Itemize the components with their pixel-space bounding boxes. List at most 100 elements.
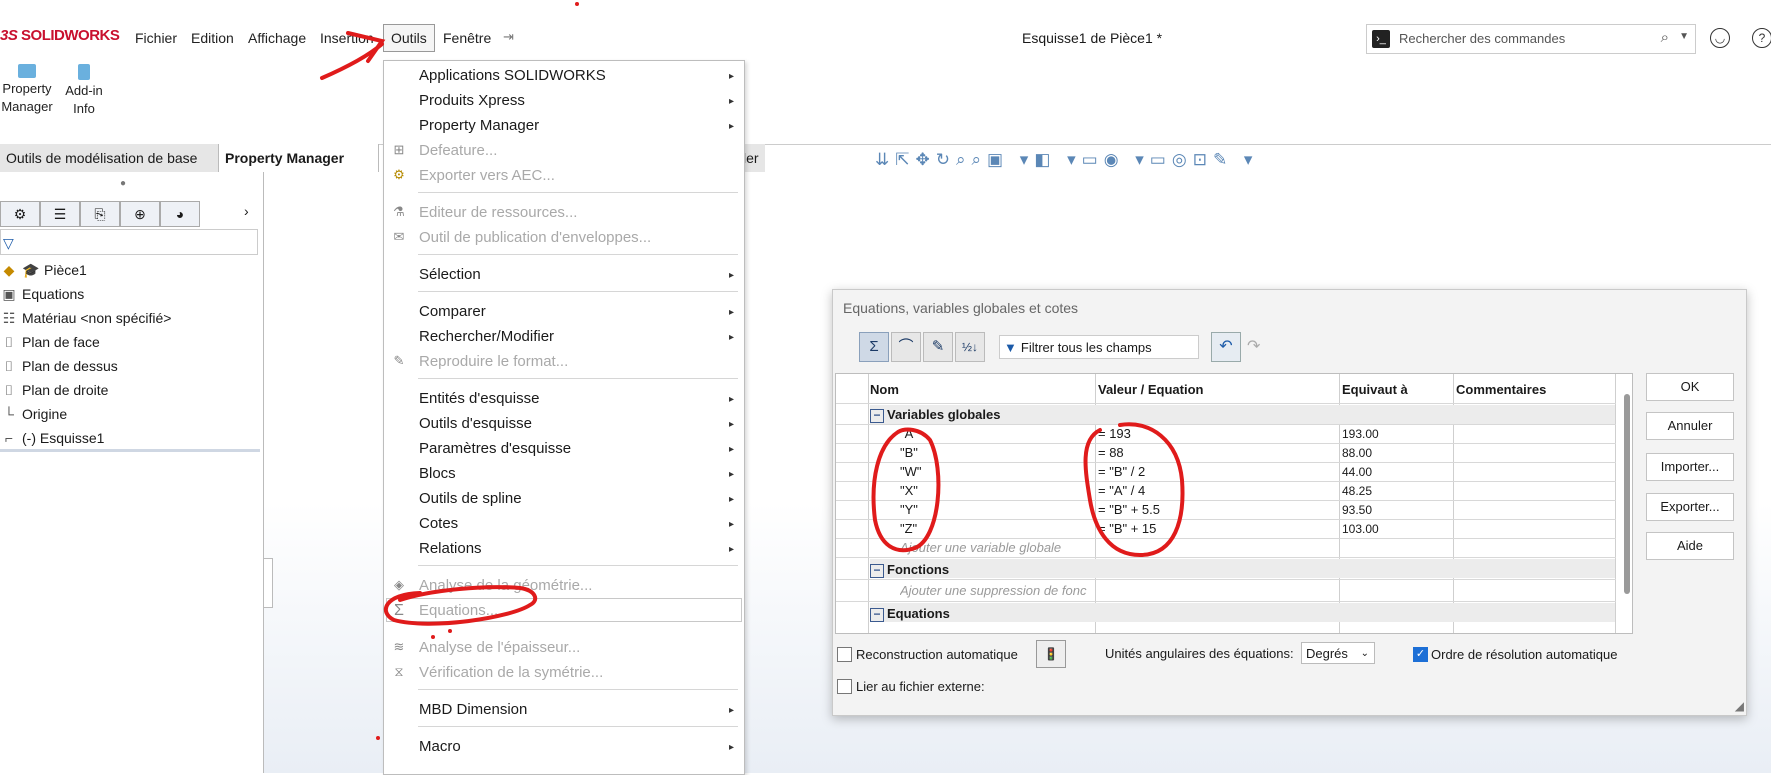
dimension-view-icon[interactable]: ✎ [923, 332, 953, 362]
tree-item-top-plane[interactable]: ⌷ Plan de dessus [0, 356, 118, 376]
feature-tree-filter[interactable]: ▽ [0, 229, 258, 255]
search-icon[interactable]: ⌕ [1661, 29, 1669, 46]
command-search[interactable]: ›_ Rechercher des commandes ⌕ ▼ [1366, 24, 1696, 54]
pin-icon[interactable]: ⇥ [503, 29, 514, 45]
menu-item-parametres-esquisse[interactable]: Paramètres d'esquisse [419, 440, 571, 457]
tab-outils-modelisation[interactable]: Outils de modélisation de base [0, 144, 219, 172]
ordered-view-icon[interactable]: ½↓ [955, 332, 985, 362]
help-button[interactable]: Aide [1646, 532, 1734, 560]
global-equation-x[interactable]: = "A" / 4 [1098, 483, 1145, 498]
menu-outils[interactable]: Outils [383, 24, 435, 52]
menu-item-macro[interactable]: Macro [419, 738, 461, 755]
cancel-button[interactable]: Annuler [1646, 412, 1734, 440]
grid-line [836, 557, 1616, 558]
global-name-b[interactable]: "B" [900, 445, 918, 460]
angular-units-select[interactable]: Degrés ⌄ [1301, 642, 1375, 664]
auto-order-checkbox[interactable]: ✓ [1413, 647, 1428, 662]
tree-item-sketch[interactable]: ⌐ (-) Esquisse1 [0, 428, 105, 448]
menu-item-rechercher-modifier[interactable]: Rechercher/Modifier [419, 328, 554, 345]
menu-item-applications[interactable]: Applications SOLIDWORKS [419, 67, 606, 84]
tree-item-front-plane[interactable]: ⌷ Plan de face [0, 332, 100, 352]
grid-line [836, 500, 1616, 501]
display-tab-icon[interactable]: ◕ [160, 201, 200, 227]
panel-handle[interactable]: ● [120, 178, 126, 189]
menu-item-relations[interactable]: Relations [419, 540, 482, 557]
global-name-w[interactable]: "W" [900, 464, 922, 479]
chevron-right-icon[interactable]: › [244, 203, 249, 219]
tab-property-manager[interactable]: Property Manager [219, 144, 379, 172]
traffic-light-icon[interactable]: 🚦 [1036, 640, 1066, 668]
column-header-commentaires[interactable]: Commentaires [1456, 382, 1546, 397]
user-icon[interactable]: ◡ [1710, 28, 1730, 48]
menu-fenetre[interactable]: Fenêtre [439, 28, 495, 48]
rollback-bar[interactable] [0, 449, 260, 452]
collapse-icon[interactable]: − [870, 563, 884, 578]
collapse-icon[interactable]: − [870, 607, 884, 622]
column-header-equivaut[interactable]: Equivaut à [1342, 382, 1408, 397]
section-equations[interactable]: − Equations [870, 606, 950, 622]
resize-grip-icon[interactable]: ◢ [1735, 699, 1744, 713]
section-variables-globales[interactable]: − Variables globales [870, 407, 1000, 423]
global-equation-w[interactable]: = "B" / 2 [1098, 464, 1145, 479]
column-header-valeur[interactable]: Valeur / Equation [1098, 382, 1203, 397]
table-scrollbar[interactable] [1624, 394, 1630, 594]
menu-item-property-manager[interactable]: Property Manager [419, 117, 539, 134]
global-name-y[interactable]: "Y" [900, 502, 918, 517]
add-suppression-row[interactable]: Ajouter une suppression de fonc [900, 583, 1095, 598]
menu-item-blocs[interactable]: Blocs [419, 465, 456, 482]
undo-icon[interactable]: ↶ [1211, 332, 1241, 362]
menu-insertion[interactable]: Insertion [316, 28, 378, 48]
auto-rebuild-label: Reconstruction automatique [856, 647, 1018, 662]
collapse-icon[interactable]: − [870, 408, 884, 423]
chevron-down-icon: ⌄ [1360, 648, 1369, 659]
menu-item-produits-xpress[interactable]: Produits Xpress [419, 92, 525, 109]
global-equation-b[interactable]: = 88 [1098, 445, 1124, 460]
property-manager-button[interactable]: Property Manager [0, 64, 54, 116]
menu-edition[interactable]: Edition [187, 28, 238, 48]
tree-item-origin[interactable]: └ Origine [0, 404, 67, 424]
splitter-grip[interactable] [263, 558, 273, 608]
sketch-icon: ⌐ [4, 430, 14, 446]
menu-fichier[interactable]: Fichier [131, 28, 181, 48]
global-name-a[interactable]: "A" [900, 426, 918, 441]
global-name-x[interactable]: "X" [900, 483, 918, 498]
auto-rebuild-checkbox[interactable] [837, 647, 852, 662]
tree-item-part[interactable]: ◆ 🎓 Pièce1 [0, 260, 87, 280]
menu-item-outils-spline[interactable]: Outils de spline [419, 490, 522, 507]
section-fonctions[interactable]: − Fonctions [870, 562, 949, 578]
heads-up-view-toolbar[interactable]: ⇊⇱✥↻⌕⌕▣ ▾◧ ▾▭◉ ▾▭◎⊡✎ ▾ [875, 150, 1258, 170]
import-button[interactable]: Importer... [1646, 453, 1734, 481]
feature-tree-tab-icon[interactable]: ⚙ [0, 201, 40, 227]
global-name-z[interactable]: "Z" [900, 521, 917, 536]
add-global-variable-row[interactable]: Ajouter une variable globale [900, 540, 1061, 555]
submenu-arrow-icon: ▸ [728, 121, 734, 132]
tree-item-material[interactable]: ☷ Matériau <non spécifié> [0, 308, 172, 328]
menu-affichage[interactable]: Affichage [244, 28, 310, 48]
filter-all-fields-input[interactable]: ▼ Filtrer tous les champs [999, 335, 1199, 359]
menu-item-outils-esquisse[interactable]: Outils d'esquisse [419, 415, 532, 432]
equation-view-sigma-icon[interactable]: Σ [859, 332, 889, 362]
dimxpert-tab-icon[interactable]: ⊕ [120, 201, 160, 227]
tab-partial[interactable]: ler [743, 144, 765, 172]
global-equation-a[interactable]: = 193 [1098, 426, 1131, 441]
property-tab-icon[interactable]: ☰ [40, 201, 80, 227]
menu-item-publication-enveloppes: Outil de publication d'enveloppes... [419, 229, 652, 246]
menu-item-selection[interactable]: Sélection [419, 266, 481, 283]
column-header-nom[interactable]: Nom [870, 382, 899, 397]
global-equation-z[interactable]: = "B" + 15 [1098, 521, 1156, 536]
add-in-info-button[interactable]: Add-in Info [62, 64, 106, 118]
ok-button[interactable]: OK [1646, 373, 1734, 401]
menu-item-entites-esquisse[interactable]: Entités d'esquisse [419, 390, 539, 407]
menu-item-mbd-dimension[interactable]: MBD Dimension [419, 701, 527, 718]
tree-item-equations[interactable]: ▣ Equations [0, 284, 84, 304]
configuration-tab-icon[interactable]: ⎘ [80, 201, 120, 227]
global-equation-y[interactable]: = "B" + 5.5 [1098, 502, 1160, 517]
link-external-checkbox[interactable] [837, 679, 852, 694]
menu-item-comparer[interactable]: Comparer [419, 303, 486, 320]
export-button[interactable]: Exporter... [1646, 493, 1734, 521]
help-icon[interactable]: ? [1752, 28, 1771, 48]
tree-item-right-plane[interactable]: ⌷ Plan de droite [0, 380, 109, 400]
menu-item-cotes[interactable]: Cotes [419, 515, 458, 532]
chevron-down-icon[interactable]: ▼ [1679, 31, 1689, 42]
sketch-equation-view-icon[interactable]: ⌒ [891, 332, 921, 362]
